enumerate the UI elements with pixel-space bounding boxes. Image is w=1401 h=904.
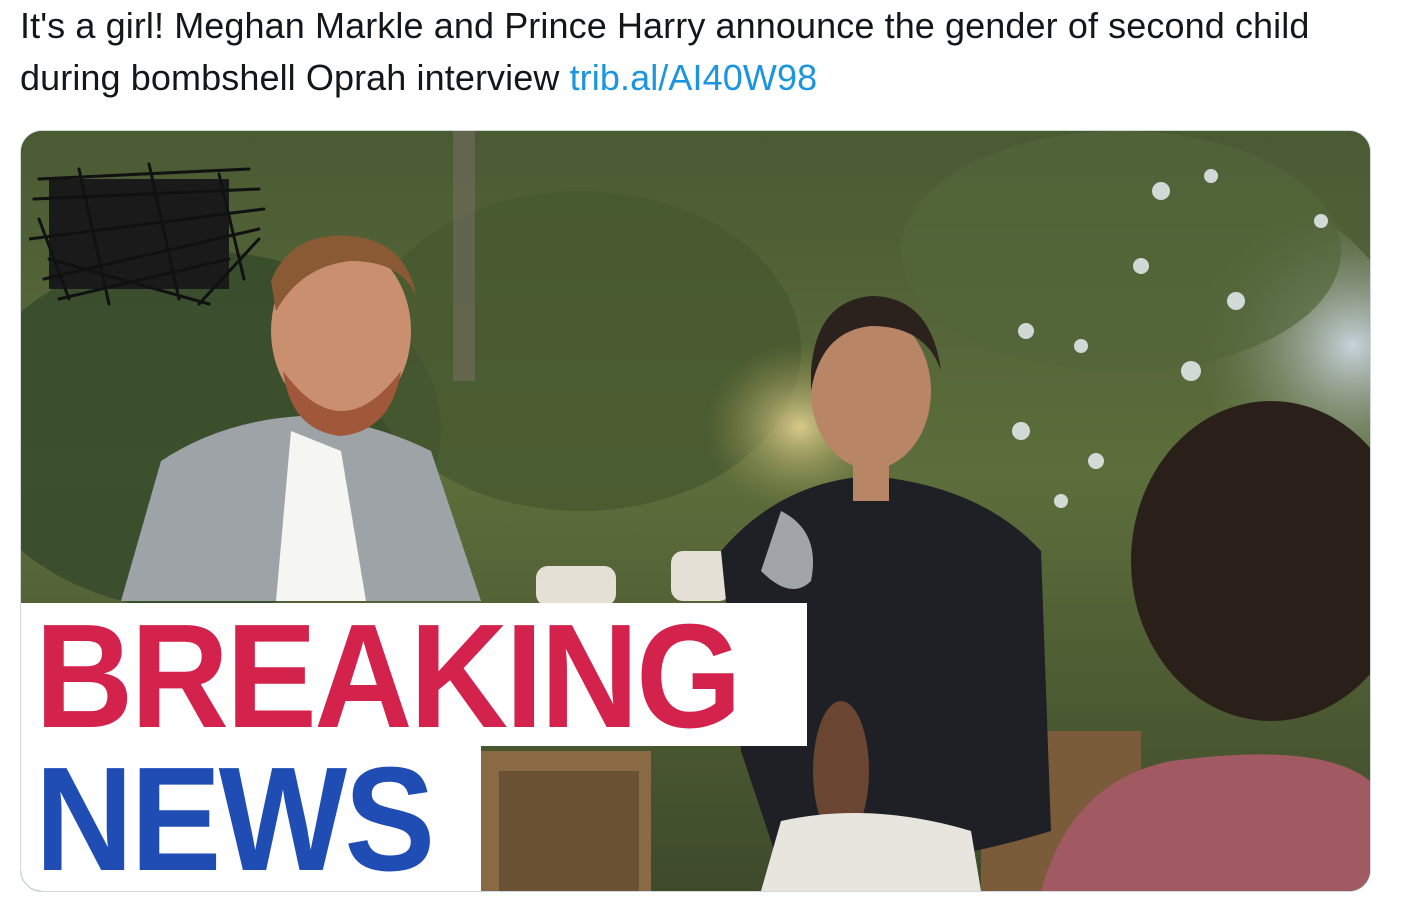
breaking-banner: BREAKING: [21, 597, 807, 757]
redaction-scribble: [29, 162, 266, 306]
news-banner: NEWS: [21, 740, 481, 891]
breaking-label: BREAKING: [35, 594, 742, 759]
tweet-link[interactable]: trib.al/AI40W98: [570, 57, 818, 98]
tweet-text: It's a girl! Meghan Markle and Prince Ha…: [20, 0, 1360, 104]
tweet-media-card[interactable]: BREAKING NEWS: [20, 130, 1371, 892]
news-label: NEWS: [35, 737, 435, 892]
